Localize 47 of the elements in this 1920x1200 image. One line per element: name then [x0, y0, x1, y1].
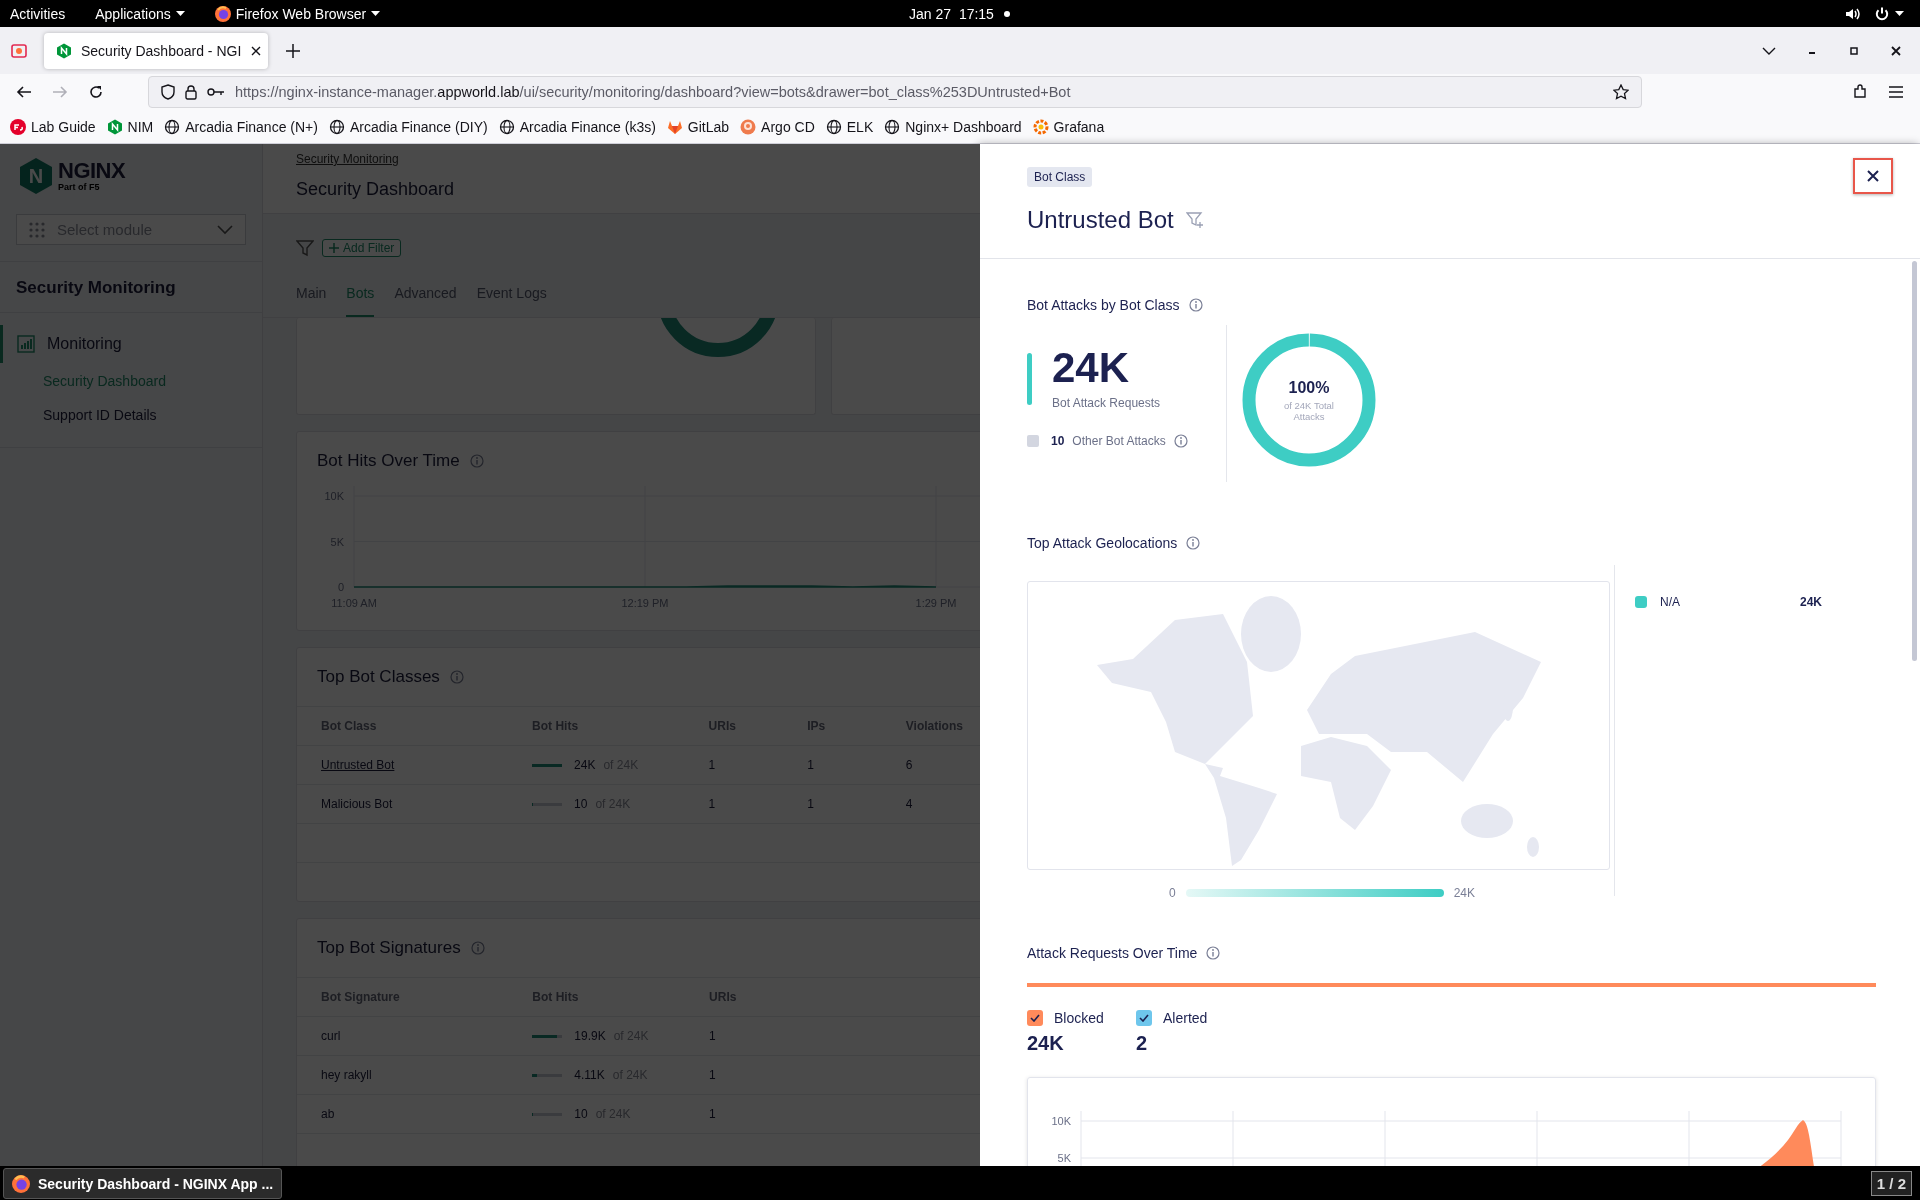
axis-label: 5K	[1057, 1152, 1071, 1164]
drawer-title: Untrusted Bot	[1027, 206, 1174, 234]
table-cell: Malicious Bot	[321, 797, 393, 811]
series-label: Blocked	[1054, 1010, 1104, 1026]
table-cell: ab	[321, 1107, 335, 1121]
logo-subtitle: Part of F5	[58, 182, 101, 192]
table-cell: 19.9K	[574, 1029, 606, 1043]
section-title: Attack Requests Over Time	[1027, 945, 1198, 961]
scale-label: 24K	[1453, 886, 1476, 900]
table-cell: curl	[321, 1029, 341, 1043]
table-cell: 1	[807, 797, 814, 811]
logo-text: NGINX	[58, 160, 126, 182]
scale-label: 0	[1169, 886, 1176, 900]
page-title: Security Dashboard	[296, 179, 456, 200]
section-title: Bot Attacks by Bot Class	[1027, 297, 1180, 313]
series-total: 2	[1136, 1032, 1149, 1055]
table-cell: 1	[709, 1068, 716, 1082]
stat-value: 10	[1051, 434, 1065, 448]
series-label: Alerted	[1163, 1010, 1208, 1026]
donut-percent: 100%	[1288, 378, 1330, 397]
table-cell: 6	[905, 758, 913, 772]
stat-label: Other Bot Attacks	[1072, 434, 1166, 448]
table-cell: 4.11K	[574, 1068, 605, 1082]
table-cell: 10	[574, 797, 588, 811]
series-total: 24K	[1027, 1032, 1065, 1055]
table-cell: 4	[905, 797, 913, 811]
table-cell: 24K	[574, 758, 596, 772]
stat-value: 24K	[1052, 348, 1131, 388]
axis-label: 10K	[1051, 1115, 1071, 1127]
legend-value: 24K	[1800, 595, 1822, 609]
category-badge: Bot Class	[1027, 167, 1093, 187]
section-title: Security Monitoring	[15, 277, 177, 299]
legend-label: N/A	[1660, 595, 1681, 609]
section-title: Top Attack Geolocations	[1027, 535, 1178, 551]
table-cell: 10	[574, 1107, 588, 1121]
card-title: Bot Hits Over Time	[317, 451, 460, 471]
table-cell: 1	[709, 1107, 716, 1121]
table-cell: 1	[807, 758, 814, 772]
table-cell: 1	[708, 797, 716, 811]
card-title: Top Bot Signatures	[317, 938, 461, 958]
url-text: https://nginx-instance-manager.appworld.lab/ui/security/monitoring/dashboard?view=bots&drawer=bot_class%253DUntrusted+Bot	[235, 84, 1072, 100]
donut-caption: of 24K Total Attacks	[1283, 399, 1335, 422]
table-cell: hey rakyll	[321, 1068, 372, 1082]
stat-label: Bot Attack Requests	[1052, 396, 1161, 410]
card-title: Top Bot Classes	[317, 667, 440, 687]
table-cell: 1	[708, 758, 716, 772]
table-cell: 1	[709, 1029, 716, 1043]
